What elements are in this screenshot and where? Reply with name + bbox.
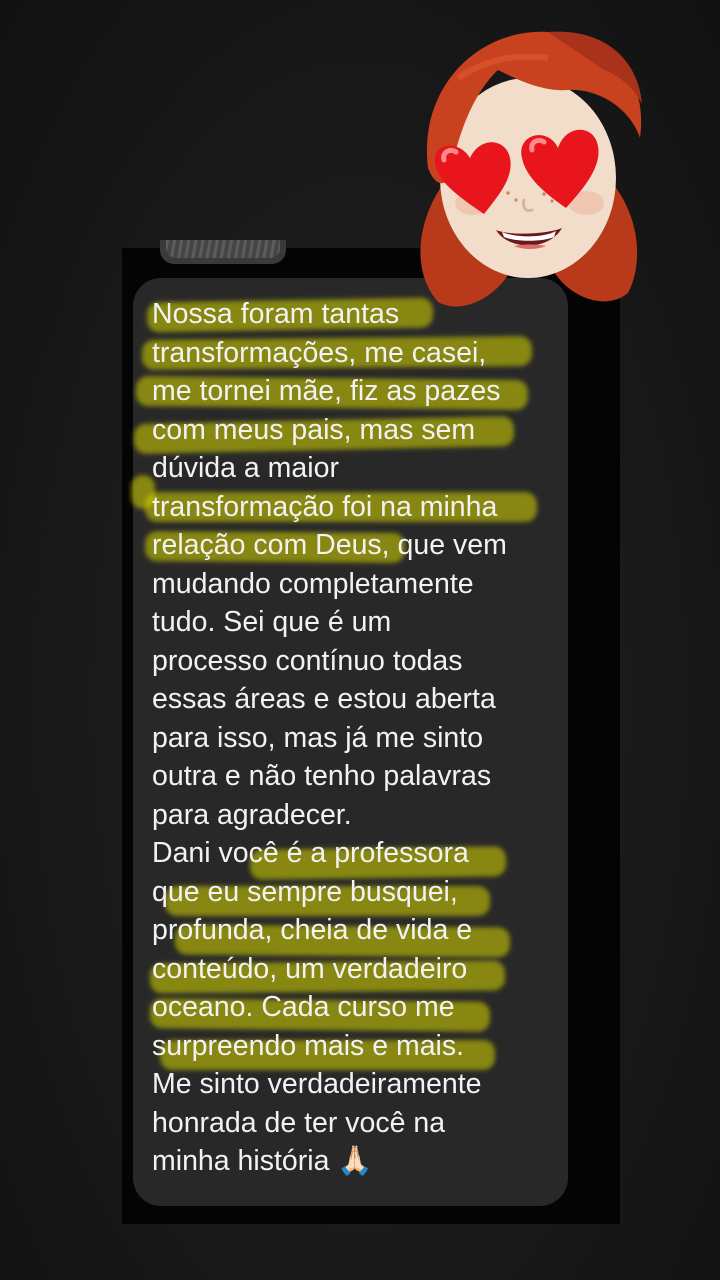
message-text: Nossa foram tantas transformações, me ca… [152, 298, 507, 1177]
previous-message-image [160, 240, 286, 264]
previous-message-image-preview [166, 240, 280, 258]
memoji-heart-eyes-icon [420, 31, 642, 307]
